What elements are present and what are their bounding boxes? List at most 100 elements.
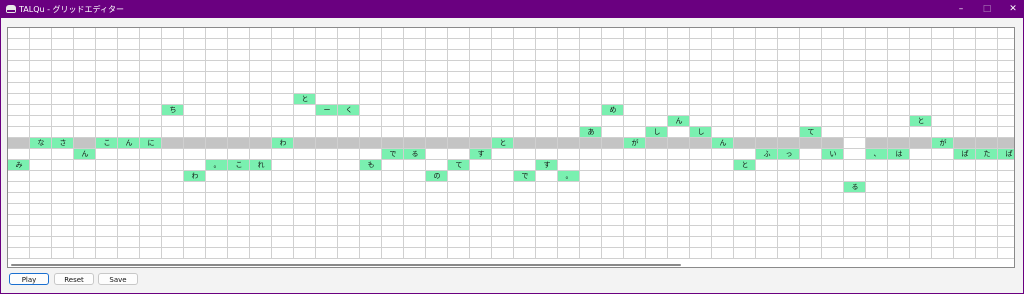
grid-baseline-cell[interactable] [426,138,448,149]
grid-cell[interactable] [646,204,668,215]
grid-cell[interactable] [888,248,910,259]
grid-note-cell[interactable]: と [910,116,932,127]
grid-cell[interactable] [976,94,998,105]
grid-cell[interactable] [844,215,866,226]
grid-note-cell[interactable]: ん [118,138,140,149]
grid-cell[interactable] [52,215,74,226]
grid-cell[interactable] [294,127,316,138]
grid-cell[interactable] [470,171,492,182]
grid-cell[interactable] [932,193,954,204]
grid-cell[interactable] [866,94,888,105]
grid-cell[interactable] [976,83,998,94]
grid-cell[interactable] [8,237,30,248]
grid-cell[interactable] [338,193,360,204]
grid-baseline-cell[interactable] [382,138,404,149]
grid-cell[interactable] [162,237,184,248]
grid-cell[interactable] [602,226,624,237]
grid-cell[interactable] [954,127,976,138]
grid-baseline-cell[interactable] [514,138,536,149]
grid-cell[interactable] [338,182,360,193]
grid-cell[interactable] [470,204,492,215]
grid-cell[interactable] [932,160,954,171]
grid-cell[interactable] [668,28,690,39]
grid-cell[interactable] [866,171,888,182]
grid-cell[interactable] [976,39,998,50]
grid-cell[interactable] [492,182,514,193]
grid-cell[interactable] [448,204,470,215]
grid-cell[interactable] [162,171,184,182]
grid-cell[interactable] [30,72,52,83]
grid-cell[interactable] [888,61,910,72]
grid-cell[interactable] [756,83,778,94]
grid-cell[interactable] [756,237,778,248]
grid-cell[interactable] [888,237,910,248]
grid-cell[interactable] [646,237,668,248]
grid-cell[interactable] [96,72,118,83]
grid-cell[interactable] [426,94,448,105]
grid-cell[interactable] [206,105,228,116]
grid-cell[interactable] [448,149,470,160]
grid-cell[interactable] [536,105,558,116]
grid-cell[interactable] [250,116,272,127]
grid-cell[interactable] [778,193,800,204]
grid-cell[interactable] [998,116,1014,127]
grid-cell[interactable] [382,28,404,39]
grid-cell[interactable] [558,226,580,237]
grid-cell[interactable] [712,193,734,204]
grid-cell[interactable] [756,215,778,226]
grid-cell[interactable] [30,105,52,116]
grid-note-cell[interactable]: る [844,182,866,193]
grid-cell[interactable] [448,61,470,72]
grid-cell[interactable] [404,226,426,237]
grid-cell[interactable] [888,127,910,138]
grid-cell[interactable] [514,215,536,226]
grid-note-cell[interactable]: と [734,160,756,171]
grid-cell[interactable] [998,215,1014,226]
grid-cell[interactable] [998,226,1014,237]
grid-cell[interactable] [8,72,30,83]
grid-cell[interactable] [272,83,294,94]
grid-cell[interactable] [734,39,756,50]
grid-cell[interactable] [118,237,140,248]
grid-cell[interactable] [536,248,558,259]
grid-cell[interactable] [426,28,448,39]
grid-cell[interactable] [778,237,800,248]
grid-note-cell[interactable]: わ [272,138,294,149]
grid-cell[interactable] [976,28,998,39]
grid-cell[interactable] [140,116,162,127]
grid-cell[interactable] [338,116,360,127]
grid-cell[interactable] [360,149,382,160]
grid-cell[interactable] [778,83,800,94]
grid-cell[interactable] [514,160,536,171]
grid-cell[interactable] [844,116,866,127]
grid-note-cell[interactable]: い [822,149,844,160]
grid-cell[interactable] [756,72,778,83]
grid-note-cell[interactable]: ん [74,149,96,160]
grid-cell[interactable] [976,215,998,226]
grid-cell[interactable] [822,182,844,193]
grid-cell[interactable] [250,215,272,226]
grid-cell[interactable] [492,105,514,116]
grid-cell[interactable] [624,61,646,72]
grid-cell[interactable] [206,50,228,61]
grid-cell[interactable] [316,160,338,171]
grid-cell[interactable] [118,116,140,127]
grid-cell[interactable] [140,215,162,226]
grid-cell[interactable] [448,193,470,204]
grid-baseline-cell[interactable] [470,138,492,149]
grid-cell[interactable] [338,83,360,94]
grid-cell[interactable] [404,116,426,127]
grid-cell[interactable] [316,193,338,204]
grid-cell[interactable] [162,248,184,259]
grid-baseline-cell[interactable] [206,138,228,149]
grid-cell[interactable] [800,226,822,237]
grid-baseline-cell[interactable] [976,138,998,149]
grid-cell[interactable] [338,72,360,83]
grid-cell[interactable] [756,171,778,182]
grid-cell[interactable] [316,28,338,39]
grid-cell[interactable] [558,28,580,39]
grid-cell[interactable] [52,94,74,105]
grid-cell[interactable] [382,248,404,259]
grid-cell[interactable] [404,39,426,50]
grid-cell[interactable] [74,94,96,105]
